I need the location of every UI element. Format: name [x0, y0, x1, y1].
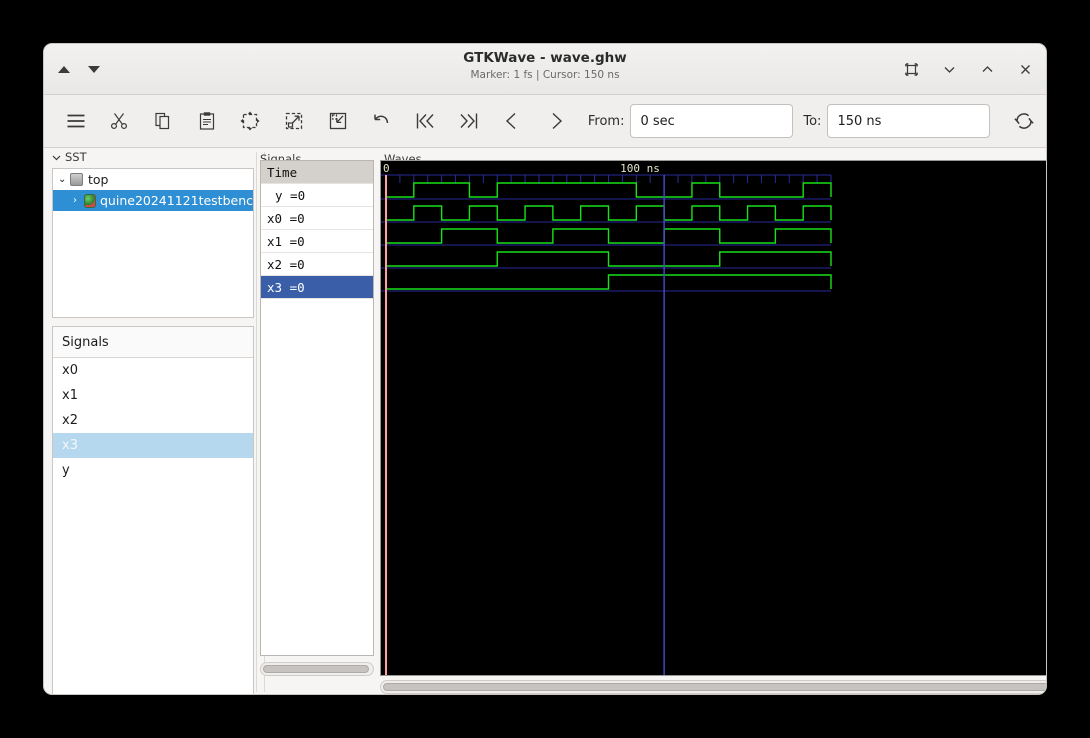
from-label: From: — [587, 113, 625, 129]
tree-node-testbench[interactable]: › quine20241121testbenc — [53, 190, 253, 211]
list-item-label: y — [62, 463, 70, 478]
wave-name-y[interactable]: y =0 — [261, 184, 373, 207]
toolbar: From: 0 sec To: 150 ns — [44, 95, 1046, 148]
chevron-down-icon — [52, 155, 61, 160]
wave-name-x3[interactable]: x3 =0 — [261, 276, 373, 299]
title-bar-text: GTKWave - wave.ghw Marker: 1 fs | Cursor… — [44, 50, 1046, 81]
sst-label: SST — [65, 150, 87, 164]
close-icon[interactable] — [1016, 60, 1034, 78]
list-item-label: x2 — [62, 413, 78, 428]
tree-node-label: quine20241121testbenc — [100, 193, 253, 208]
wave-name-time: Time — [261, 161, 373, 184]
undo-icon[interactable] — [360, 101, 404, 141]
window-subtitle: Marker: 1 fs | Cursor: 150 ns — [470, 69, 620, 81]
chevron-down-icon[interactable]: ⌄ — [58, 174, 70, 185]
list-item-label: x0 — [62, 363, 78, 378]
wave-name-x1[interactable]: x1 =0 — [261, 230, 373, 253]
names-horizontal-scrollbar[interactable] — [260, 662, 374, 676]
main-area: SST ⌄ top › quine20241121testbenc Signal… — [44, 148, 1046, 694]
go-first-icon[interactable] — [403, 101, 447, 141]
chevron-right-icon[interactable]: › — [73, 195, 84, 206]
cut-icon[interactable] — [98, 101, 142, 141]
svg-text:0: 0 — [383, 162, 390, 175]
paste-icon[interactable] — [185, 101, 229, 141]
go-last-icon[interactable] — [447, 101, 491, 141]
wave-names-list[interactable]: Time y =0 x0 =0 x1 =0 x2 =0 x3 =0 — [260, 160, 374, 656]
window-controls — [902, 44, 1034, 94]
waves-horizontal-scrollbar[interactable] — [380, 680, 1046, 694]
signal-list-panel[interactable]: Signals x0 x1 x2 x3 y — [52, 326, 254, 694]
sst-header[interactable]: SST — [48, 148, 256, 166]
window-title: GTKWave - wave.ghw — [463, 50, 627, 66]
minimize-icon[interactable] — [940, 60, 958, 78]
to-input[interactable]: 150 ns — [827, 104, 991, 138]
list-item[interactable]: x1 — [53, 383, 253, 408]
scrollbar-thumb[interactable] — [263, 665, 369, 673]
tree-node-top[interactable]: ⌄ top — [53, 169, 253, 190]
from-input[interactable]: 0 sec — [630, 104, 794, 138]
prev-edge-icon[interactable] — [491, 101, 535, 141]
wave-canvas[interactable]: 0 100 ns — [380, 160, 1046, 676]
restore-icon[interactable] — [902, 60, 920, 78]
module-icon — [70, 173, 83, 186]
tree-node-label: top — [88, 172, 109, 187]
list-item[interactable]: x2 — [53, 408, 253, 433]
list-item-selected[interactable]: x3 — [53, 433, 253, 458]
wave-names-panel: Signals Time y =0 x0 =0 x1 =0 x2 =0 x3 =… — [256, 148, 383, 694]
title-bar-nav — [58, 44, 100, 94]
list-item[interactable]: x0 — [53, 358, 253, 383]
list-item-label: x1 — [62, 388, 78, 403]
wave-drawing: 0 100 ns — [381, 162, 832, 675]
reload-icon[interactable] — [1002, 101, 1046, 141]
waves-panel: Waves 0 100 ns — [380, 148, 1046, 694]
zoom-fit-icon[interactable] — [229, 101, 273, 141]
signal-list-header: Signals — [53, 327, 253, 358]
wave-name-x2[interactable]: x2 =0 — [261, 253, 373, 276]
wave-name-x0[interactable]: x0 =0 — [261, 207, 373, 230]
to-label: To: — [803, 113, 822, 129]
zoom-out-icon[interactable] — [316, 101, 360, 141]
menu-icon[interactable] — [54, 101, 98, 141]
svg-text:100 ns: 100 ns — [620, 162, 660, 175]
next-edge-icon[interactable] — [534, 101, 578, 141]
gtkwave-window: GTKWave - wave.ghw Marker: 1 fs | Cursor… — [44, 44, 1046, 694]
list-item[interactable]: y — [53, 458, 253, 483]
triangle-up-icon[interactable] — [58, 65, 70, 73]
zoom-in-icon[interactable] — [272, 101, 316, 141]
triangle-down-icon[interactable] — [88, 65, 100, 73]
scrollbar-thumb[interactable] — [383, 683, 1046, 691]
list-item-label: x3 — [62, 438, 78, 453]
copy-icon[interactable] — [141, 101, 185, 141]
maximize-icon[interactable] — [978, 60, 996, 78]
sst-tree[interactable]: ⌄ top › quine20241121testbenc — [52, 168, 254, 318]
left-panel: SST ⌄ top › quine20241121testbenc Signal… — [48, 148, 256, 694]
package-icon — [83, 193, 96, 208]
title-bar: GTKWave - wave.ghw Marker: 1 fs | Cursor… — [44, 44, 1046, 95]
